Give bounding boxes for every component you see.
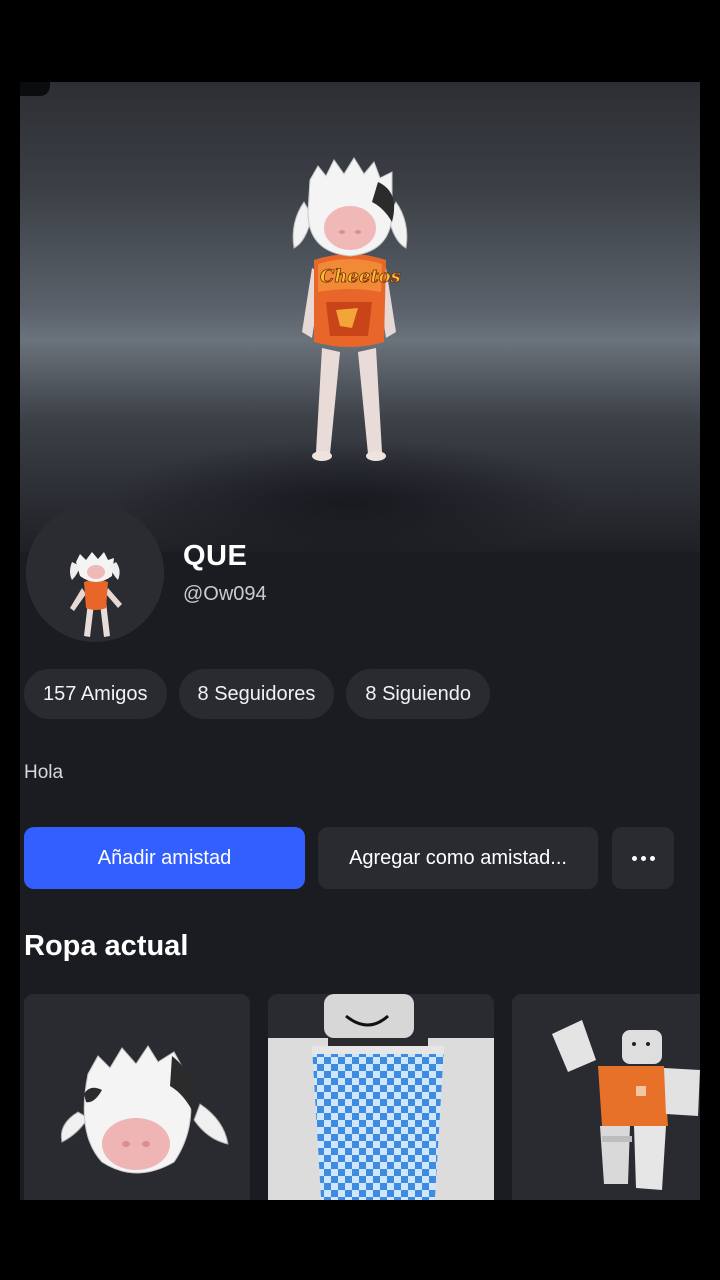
avatar-thumbnail-icon — [26, 504, 164, 642]
cow-head-accessory-icon — [24, 994, 250, 1200]
request-friend-button[interactable]: Agregar como amistad... — [318, 827, 598, 889]
friends-count-button[interactable]: 157 Amigos — [24, 669, 167, 719]
checkered-shirt-icon — [268, 994, 494, 1200]
svg-text:Cheetos: Cheetos — [320, 266, 401, 287]
outfit-item-cow-head[interactable] — [24, 994, 250, 1200]
profile-bio: Hola — [24, 762, 64, 783]
back-button[interactable] — [20, 82, 50, 96]
outfit-item-checkered-shirt[interactable] — [268, 994, 494, 1200]
current-outfit-list — [24, 994, 700, 1200]
ellipsis-icon — [631, 855, 655, 861]
profile-avatar[interactable] — [26, 504, 164, 642]
following-count-button[interactable]: 8 Siguiendo — [346, 669, 491, 719]
profile-stats: 157 Amigos 8 Seguidores 8 Siguiendo — [24, 669, 491, 719]
avatar-hero[interactable]: Cheetos — [20, 82, 700, 552]
avatar-3d-render: Cheetos — [292, 157, 408, 461]
outfit-item-orange-shirt-avatar[interactable] — [512, 994, 700, 1200]
section-title-current-outfit: Ropa actual — [24, 930, 189, 962]
add-friend-button[interactable]: Añadir amistad — [24, 827, 305, 889]
username: @Ow094 — [183, 583, 267, 605]
orange-shirt-avatar-icon — [512, 994, 700, 1200]
more-options-button[interactable] — [612, 827, 674, 889]
display-name: QUE — [183, 540, 248, 572]
followers-count-button[interactable]: 8 Seguidores — [178, 669, 335, 719]
profile-screen: Cheetos QUE @Ow094 157 Amigos 8 Seguidor… — [20, 82, 700, 1200]
